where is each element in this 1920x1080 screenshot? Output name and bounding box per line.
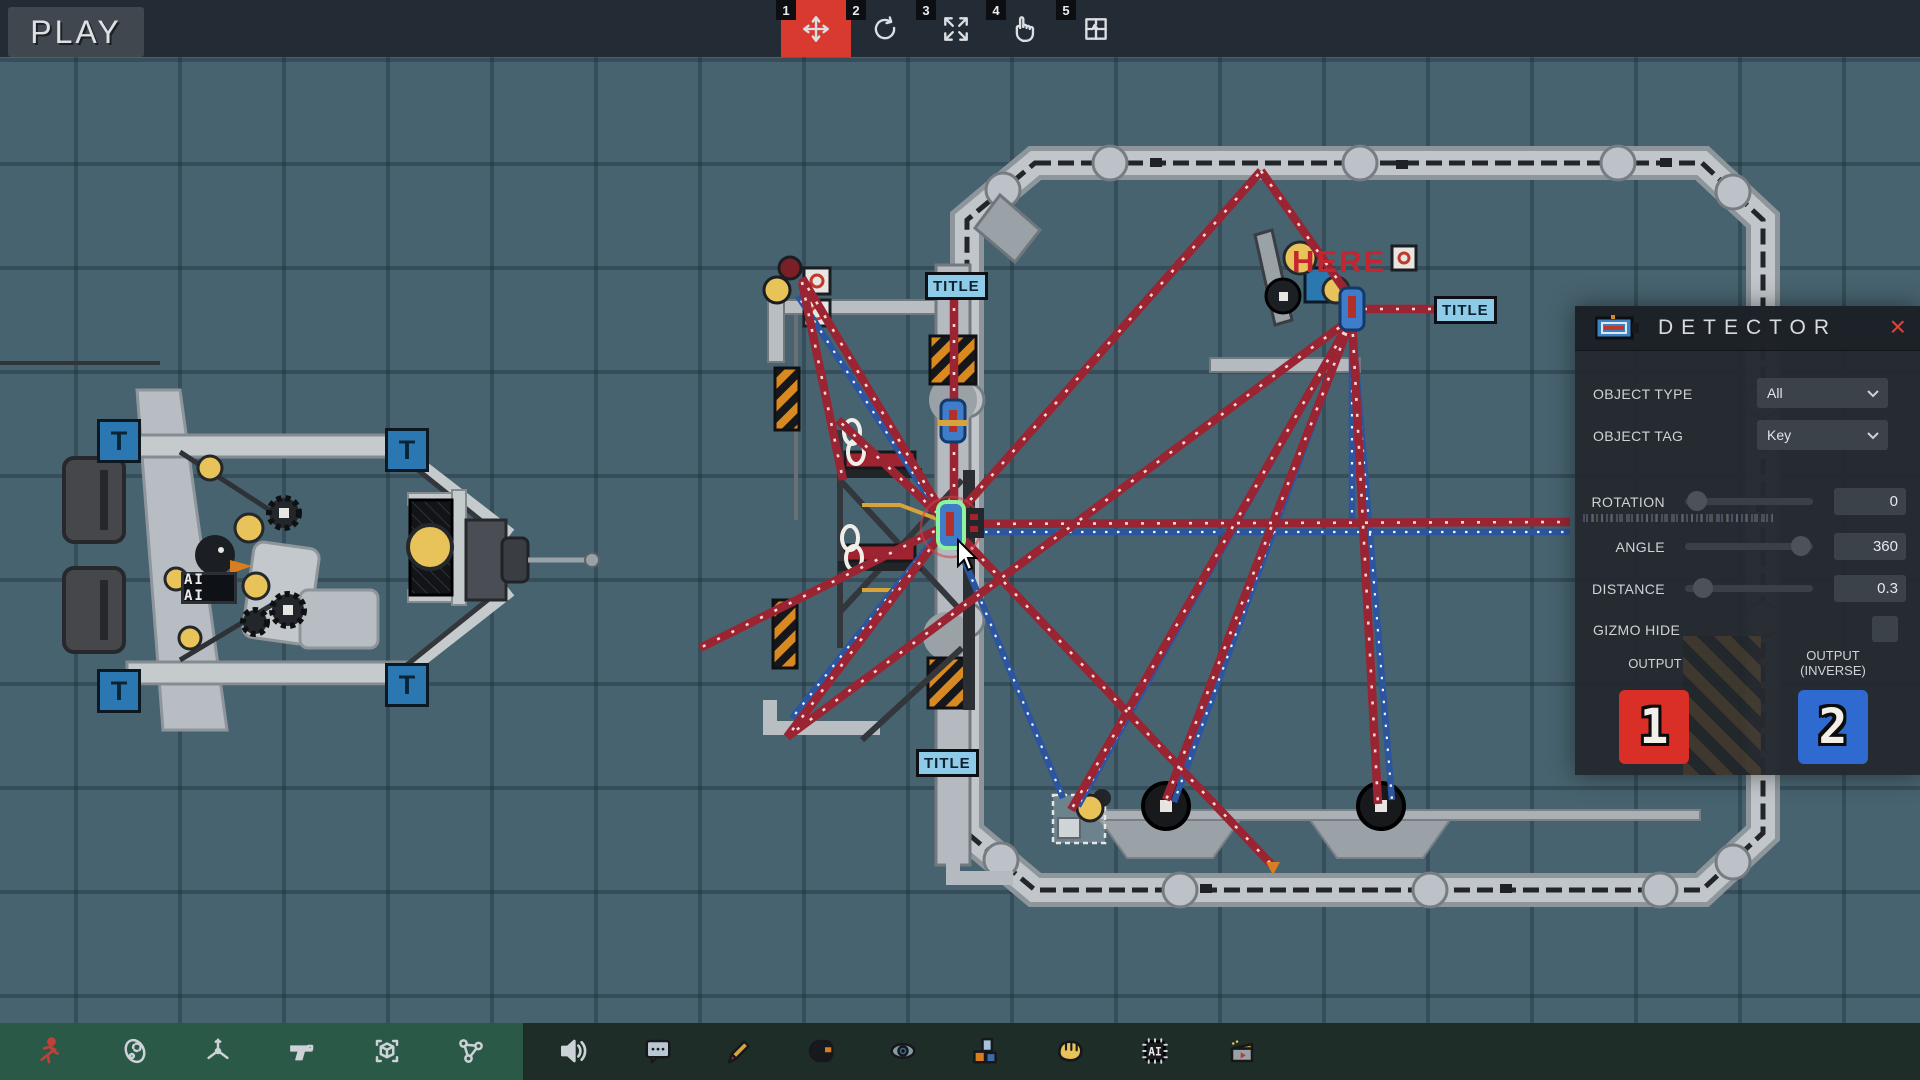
tool-hotkey-badge: 2 [846, 0, 866, 20]
propeller-icon [203, 1036, 233, 1066]
rotate-icon [871, 14, 901, 44]
object-tag-dropdown[interactable]: Key [1757, 420, 1888, 450]
clapperboard-icon [1227, 1036, 1257, 1066]
output-1-button[interactable]: 1 [1619, 690, 1689, 764]
distance-slider[interactable] [1685, 585, 1813, 592]
top-bar: PLAY 1 2 3 [0, 0, 1920, 57]
category-vehicles-button[interactable] [197, 1030, 239, 1072]
cutscene-button[interactable] [1221, 1030, 1263, 1072]
gizmo-hide-checkbox[interactable] [1872, 616, 1898, 642]
t-badge[interactable]: T [385, 663, 429, 707]
distance-value[interactable]: 0.3 [1834, 575, 1906, 602]
object-type-label: OBJECT TYPE [1593, 386, 1693, 402]
output-inverse-line2: (INVERSE) [1783, 663, 1883, 678]
detector-panel: DETECTOR × OBJECT TYPE All OBJECT TAG Ke… [1575, 306, 1920, 775]
beam-ghost [1583, 514, 1773, 522]
speaker-icon [557, 1035, 589, 1067]
detector-panel-title: DETECTOR [1575, 316, 1920, 340]
gun-icon [287, 1036, 317, 1066]
output-label: OUTPUT [1605, 656, 1705, 671]
running-man-icon [34, 1036, 64, 1066]
chevron-down-icon [1867, 390, 1879, 398]
chat-bubble-icon [643, 1036, 673, 1066]
title-badge[interactable]: TITLE [925, 272, 988, 300]
vehicle-contraption[interactable] [64, 390, 599, 730]
category-bar [0, 1023, 523, 1080]
ai-chip-icon: AI [1140, 1036, 1170, 1066]
object-type-value: All [1767, 385, 1783, 401]
t-badge[interactable]: T [385, 428, 429, 472]
t-badge[interactable]: T [97, 669, 141, 713]
detector-device-upper[interactable] [938, 400, 968, 442]
category-machinery-button[interactable] [114, 1030, 156, 1072]
object-tag-value: Key [1767, 427, 1791, 443]
ai-chip-label[interactable]: AI AI [181, 572, 237, 604]
detector-panel-header: DETECTOR × [1575, 306, 1920, 351]
scale-icon [941, 14, 971, 44]
tool-hotkey-badge: 1 [776, 0, 796, 20]
category-weapons-button[interactable] [281, 1030, 323, 1072]
rotation-slider[interactable] [1685, 498, 1813, 505]
editor-screen: T T T T AI AI TITLE TITLE TITLE HERE PLA… [0, 0, 1920, 1080]
tool-hotkey-badge: 5 [1056, 0, 1076, 20]
detector-device-key[interactable] [1340, 288, 1364, 330]
gizmo-hide-label: GIZMO HIDE [1593, 622, 1680, 638]
category-connections-button[interactable] [450, 1030, 492, 1072]
hand-pointer-icon [1011, 14, 1041, 44]
rotation-value[interactable]: 0 [1834, 488, 1906, 515]
cube-icon [372, 1036, 402, 1066]
title-badge[interactable]: TITLE [916, 749, 979, 777]
angle-slider[interactable] [1685, 543, 1813, 550]
hand-icon [1054, 1035, 1086, 1067]
tool-scale[interactable]: 3 [921, 0, 991, 57]
rotation-label: ROTATION [1585, 494, 1665, 510]
angle-value[interactable]: 360 [1834, 533, 1906, 560]
tool-rotate[interactable]: 2 [851, 0, 921, 57]
bottom-bar: AI [0, 1023, 1920, 1080]
title-badge[interactable]: TITLE [1434, 296, 1497, 324]
blocks-icon [970, 1036, 1000, 1066]
object-tag-label: OBJECT TAG [1593, 428, 1683, 444]
sound-button[interactable] [552, 1030, 594, 1072]
tool-group: 1 2 3 [781, 0, 1131, 57]
eye-icon [888, 1036, 918, 1066]
distance-label: DISTANCE [1585, 581, 1665, 597]
chat-button[interactable] [637, 1030, 679, 1072]
puzzle-icon [1081, 14, 1111, 44]
pencil-icon [723, 1036, 753, 1066]
tool-attach[interactable]: 5 [1061, 0, 1131, 57]
angle-label: ANGLE [1585, 539, 1665, 555]
output-inverse-line1: OUTPUT [1783, 648, 1883, 663]
close-icon[interactable]: × [1890, 311, 1906, 343]
draw-button[interactable] [717, 1030, 759, 1072]
chevron-down-icon [1867, 432, 1879, 440]
tool-move[interactable]: 1 [781, 0, 851, 57]
category-objects-button[interactable] [366, 1030, 408, 1072]
nodes-icon [456, 1036, 486, 1066]
ai-icon-label: AI [1148, 1045, 1162, 1058]
tool-grab[interactable]: 4 [991, 0, 1061, 57]
move-icon [801, 14, 831, 44]
rotation-slider-handle[interactable] [1687, 491, 1707, 511]
angle-slider-handle[interactable] [1791, 536, 1811, 556]
grab-button[interactable] [1049, 1030, 1091, 1072]
distance-slider-handle[interactable] [1693, 578, 1713, 598]
object-type-dropdown[interactable]: All [1757, 378, 1888, 408]
output-2-button[interactable]: 2 [1798, 690, 1868, 764]
blocks-button[interactable] [964, 1030, 1006, 1072]
gear-icon [120, 1036, 150, 1066]
ai-button[interactable]: AI [1134, 1030, 1176, 1072]
visibility-button[interactable] [882, 1030, 924, 1072]
slot-icon [805, 1036, 835, 1066]
output-inverse-label: OUTPUT (INVERSE) [1783, 648, 1883, 678]
here-label[interactable]: HERE [1292, 244, 1386, 280]
tool-hotkey-badge: 3 [916, 0, 936, 20]
play-button[interactable]: PLAY [8, 7, 144, 57]
tool-hotkey-badge: 4 [986, 0, 1006, 20]
t-badge[interactable]: T [97, 419, 141, 463]
category-humans-button[interactable] [28, 1030, 70, 1072]
slot-button[interactable] [799, 1030, 841, 1072]
